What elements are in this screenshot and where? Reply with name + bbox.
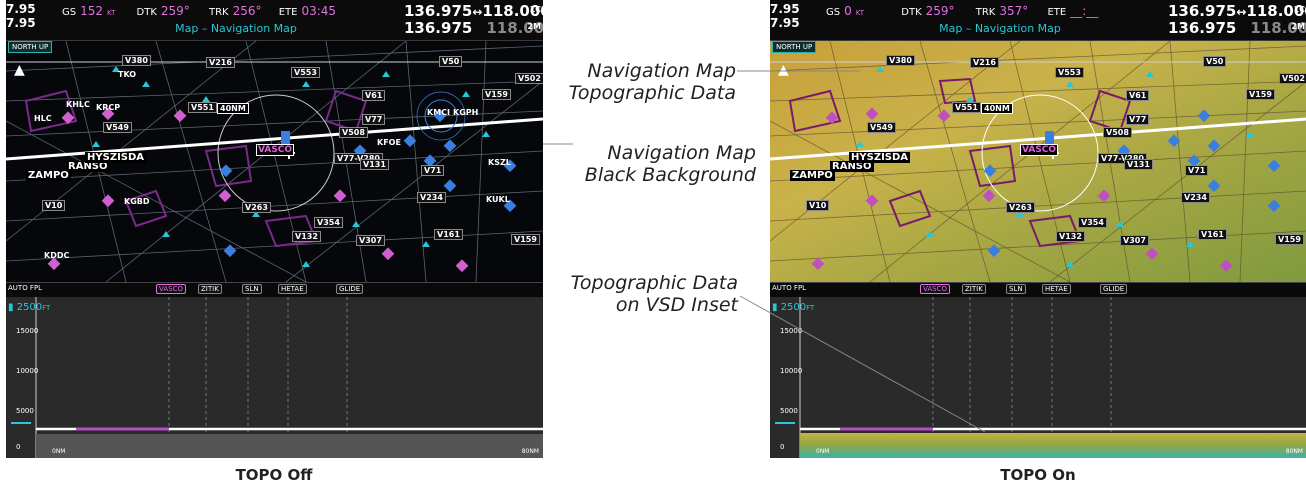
- annotation-line: Topographic Data: [570, 272, 738, 294]
- annotation-line: Topographic Data: [568, 82, 736, 104]
- annotation-line: Navigation Map: [587, 60, 736, 82]
- annotation-black-map: Navigation Map Black Background: [556, 142, 756, 186]
- annotation-line: Black Background: [584, 164, 756, 186]
- annotation-vsd: Topographic Data on VSD Inset: [546, 272, 738, 316]
- annotation-topo-map: Navigation Map Topographic Data: [556, 60, 736, 104]
- annotation-line: on VSD Inset: [615, 294, 738, 316]
- caption-topo-on: TOPO On: [1000, 466, 1076, 484]
- caption-topo-off: TOPO Off: [235, 466, 313, 484]
- annotation-line: Navigation Map: [607, 142, 756, 164]
